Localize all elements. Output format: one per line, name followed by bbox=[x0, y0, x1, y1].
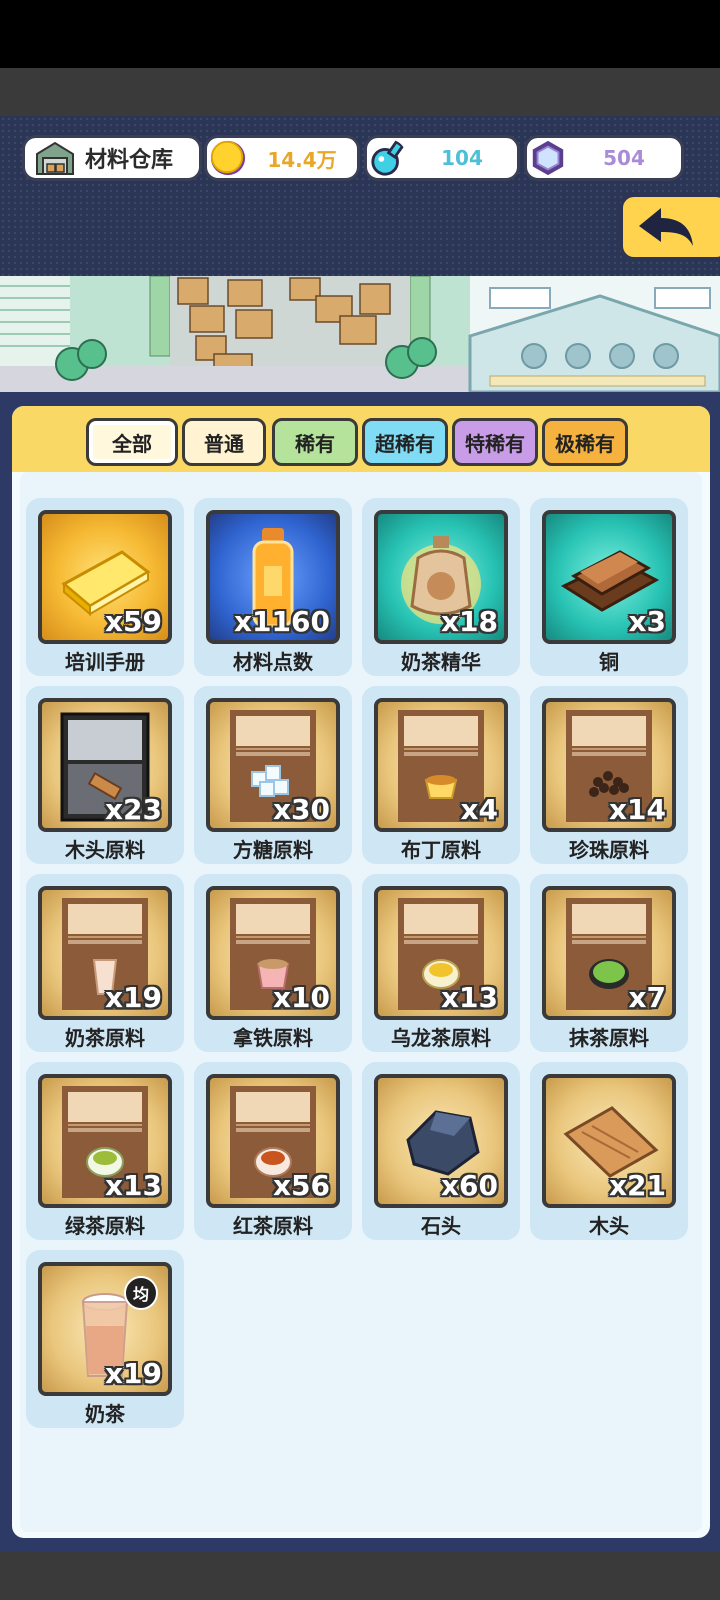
item-frame: x21 bbox=[542, 1074, 676, 1208]
item-name: 奶茶精华 bbox=[401, 650, 481, 674]
item-quantity: x30 bbox=[272, 793, 330, 826]
inventory-item[interactable]: x23 木头原料 bbox=[26, 686, 184, 864]
inventory-item[interactable]: x14 珍珠原料 bbox=[530, 686, 688, 864]
inventory-item[interactable]: x30 方糖原料 bbox=[194, 686, 352, 864]
inventory-item[interactable]: x3 铜 bbox=[530, 498, 688, 676]
inventory-item[interactable]: x4 布丁原料 bbox=[362, 686, 520, 864]
tab-all[interactable]: 全部 bbox=[86, 418, 178, 466]
item-quantity: x18 bbox=[440, 605, 498, 638]
item-frame: x18 bbox=[374, 510, 508, 644]
page-title: 材料仓库 bbox=[85, 148, 174, 173]
status-bar bbox=[0, 0, 720, 68]
item-name: 抹茶原料 bbox=[569, 1026, 649, 1050]
warehouse-scene-banner bbox=[0, 276, 720, 396]
back-arrow-icon bbox=[639, 208, 693, 246]
item-frame: x13 bbox=[38, 1074, 172, 1208]
item-quantity: x1160 bbox=[234, 605, 330, 638]
back-button[interactable] bbox=[620, 194, 720, 260]
item-frame: x59 bbox=[38, 510, 172, 644]
inventory-item[interactable]: x19 均奶茶 bbox=[26, 1250, 184, 1428]
inventory-item[interactable]: x60 石头 bbox=[362, 1062, 520, 1240]
top-band bbox=[0, 68, 720, 116]
tab-rare[interactable]: 稀有 bbox=[272, 418, 358, 466]
item-name: 木头原料 bbox=[65, 838, 145, 862]
inventory-panel: 全部 普通 稀有 超稀有 特稀有 极稀有 x59 培训手册 x1160 材料点数 x18… bbox=[12, 406, 710, 1538]
inventory-item[interactable]: x13 乌龙茶原料 bbox=[362, 874, 520, 1052]
gem-icon bbox=[532, 140, 564, 176]
inventory-item[interactable]: x13 绿茶原料 bbox=[26, 1062, 184, 1240]
item-name: 石头 bbox=[421, 1214, 461, 1238]
inventory-item[interactable]: x18 奶茶精华 bbox=[362, 498, 520, 676]
item-name: 方糖原料 bbox=[233, 838, 313, 862]
item-frame: x14 bbox=[542, 698, 676, 832]
item-name: 红茶原料 bbox=[233, 1214, 313, 1238]
item-frame: x30 bbox=[206, 698, 340, 832]
item-frame: x19 bbox=[38, 886, 172, 1020]
bottom-band bbox=[0, 1552, 720, 1600]
item-quantity: x23 bbox=[104, 793, 162, 826]
item-quantity: x19 bbox=[104, 981, 162, 1014]
tab-common[interactable]: 普通 bbox=[182, 418, 266, 466]
item-name: 材料点数 bbox=[233, 650, 313, 674]
item-quantity: x7 bbox=[628, 981, 666, 1014]
inventory-item[interactable]: x56 红茶原料 bbox=[194, 1062, 352, 1240]
warehouse-scene-illustration bbox=[0, 276, 720, 392]
item-quantity: x13 bbox=[104, 1169, 162, 1202]
tab-special-rare[interactable]: 特稀有 bbox=[452, 418, 538, 466]
item-frame: x4 bbox=[374, 698, 508, 832]
inventory-item[interactable]: x7 抹茶原料 bbox=[530, 874, 688, 1052]
item-quantity: x19 bbox=[104, 1357, 162, 1390]
item-name: 绿茶原料 bbox=[65, 1214, 145, 1238]
inventory-item[interactable]: x59 培训手册 bbox=[26, 498, 184, 676]
item-name: 培训手册 bbox=[65, 650, 145, 674]
item-name: 布丁原料 bbox=[401, 838, 481, 862]
tab-extreme-rare[interactable]: 极稀有 bbox=[542, 418, 628, 466]
item-name: 奶茶 bbox=[85, 1402, 125, 1426]
item-badge: 均 bbox=[124, 1276, 158, 1310]
item-quantity: x10 bbox=[272, 981, 330, 1014]
item-frame: x60 bbox=[374, 1074, 508, 1208]
item-quantity: x13 bbox=[440, 981, 498, 1014]
tab-super-rare[interactable]: 超稀有 bbox=[362, 418, 448, 466]
item-frame: x19 均 bbox=[38, 1262, 172, 1396]
item-frame: x13 bbox=[374, 886, 508, 1020]
coin-icon bbox=[210, 140, 246, 176]
item-quantity: x56 bbox=[272, 1169, 330, 1202]
item-quantity: x4 bbox=[460, 793, 498, 826]
item-frame: x3 bbox=[542, 510, 676, 644]
gem-value: 504 bbox=[603, 146, 645, 170]
item-quantity: x60 bbox=[440, 1169, 498, 1202]
item-name: 铜 bbox=[599, 650, 619, 674]
potion-flask-icon bbox=[371, 139, 405, 176]
inventory-item[interactable]: x21 木头 bbox=[530, 1062, 688, 1240]
coin-value: 14.4万 bbox=[267, 147, 337, 172]
item-quantity: x21 bbox=[608, 1169, 666, 1202]
item-frame: x23 bbox=[38, 698, 172, 832]
coin-counter[interactable]: 14.4万 bbox=[204, 135, 360, 181]
item-quantity: x14 bbox=[608, 793, 666, 826]
warehouse-icon bbox=[36, 141, 74, 175]
item-name: 拿铁原料 bbox=[233, 1026, 313, 1050]
potion-counter[interactable]: 104 bbox=[364, 135, 520, 181]
inventory-item[interactable]: x1160 材料点数 bbox=[194, 498, 352, 676]
item-name: 木头 bbox=[589, 1214, 629, 1238]
warehouse-title-pill: 材料仓库 bbox=[22, 135, 202, 181]
inventory-item[interactable]: x19 奶茶原料 bbox=[26, 874, 184, 1052]
item-frame: x10 bbox=[206, 886, 340, 1020]
item-frame: x7 bbox=[542, 886, 676, 1020]
item-quantity: x3 bbox=[628, 605, 666, 638]
item-frame: x56 bbox=[206, 1074, 340, 1208]
item-name: 珍珠原料 bbox=[569, 838, 649, 862]
item-quantity: x59 bbox=[104, 605, 162, 638]
item-name: 乌龙茶原料 bbox=[391, 1026, 491, 1050]
inventory-item[interactable]: x10 拿铁原料 bbox=[194, 874, 352, 1052]
potion-value: 104 bbox=[441, 146, 483, 170]
item-frame: x1160 bbox=[206, 510, 340, 644]
gem-counter[interactable]: 504 bbox=[524, 135, 684, 181]
item-name: 奶茶原料 bbox=[65, 1026, 145, 1050]
